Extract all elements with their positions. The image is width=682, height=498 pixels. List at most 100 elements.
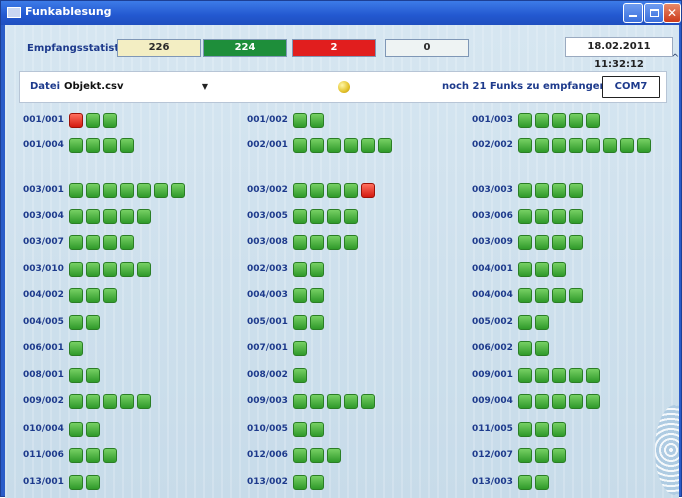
signal-ok-square[interactable]: [344, 138, 358, 153]
signal-ok-square[interactable]: [103, 113, 117, 128]
signal-ok-square[interactable]: [310, 262, 324, 277]
signal-ok-square[interactable]: [120, 262, 134, 277]
signal-ok-square[interactable]: [120, 138, 134, 153]
signal-ok-square[interactable]: [293, 422, 307, 437]
signal-ok-square[interactable]: [69, 394, 83, 409]
signal-ok-square[interactable]: [86, 235, 100, 250]
signal-ok-square[interactable]: [310, 209, 324, 224]
signal-ok-square[interactable]: [518, 422, 532, 437]
signal-ok-square[interactable]: [535, 262, 549, 277]
signal-ok-square[interactable]: [535, 235, 549, 250]
signal-ok-square[interactable]: [69, 475, 83, 490]
signal-ok-square[interactable]: [86, 183, 100, 198]
signal-ok-square[interactable]: [569, 138, 583, 153]
signal-ok-square[interactable]: [603, 138, 617, 153]
signal-ok-square[interactable]: [518, 315, 532, 330]
signal-ok-square[interactable]: [586, 138, 600, 153]
signal-ok-square[interactable]: [361, 138, 375, 153]
signal-ok-square[interactable]: [69, 262, 83, 277]
signal-ok-square[interactable]: [86, 113, 100, 128]
signal-ok-square[interactable]: [137, 183, 151, 198]
signal-ok-square[interactable]: [518, 394, 532, 409]
signal-ok-square[interactable]: [69, 315, 83, 330]
signal-ok-square[interactable]: [586, 368, 600, 383]
signal-ok-square[interactable]: [327, 138, 341, 153]
signal-ok-square[interactable]: [293, 235, 307, 250]
signal-ok-square[interactable]: [569, 235, 583, 250]
signal-ok-square[interactable]: [103, 138, 117, 153]
signal-ok-square[interactable]: [103, 209, 117, 224]
signal-ok-square[interactable]: [552, 368, 566, 383]
signal-ok-square[interactable]: [535, 315, 549, 330]
signal-ok-square[interactable]: [569, 368, 583, 383]
signal-ok-square[interactable]: [535, 475, 549, 490]
signal-ok-square[interactable]: [518, 138, 532, 153]
signal-ok-square[interactable]: [293, 448, 307, 463]
signal-ok-square[interactable]: [518, 448, 532, 463]
signal-ok-square[interactable]: [310, 422, 324, 437]
signal-ok-square[interactable]: [552, 183, 566, 198]
signal-ok-square[interactable]: [69, 138, 83, 153]
signal-ok-square[interactable]: [569, 209, 583, 224]
signal-ok-square[interactable]: [120, 183, 134, 198]
signal-ok-square[interactable]: [69, 288, 83, 303]
signal-ok-square[interactable]: [535, 113, 549, 128]
signal-ok-square[interactable]: [552, 394, 566, 409]
signal-ok-square[interactable]: [69, 235, 83, 250]
chevron-down-icon[interactable]: ▼: [202, 79, 208, 95]
signal-ok-square[interactable]: [120, 394, 134, 409]
signal-ok-square[interactable]: [552, 422, 566, 437]
signal-ok-square[interactable]: [310, 138, 324, 153]
signal-ok-square[interactable]: [535, 394, 549, 409]
signal-error-square[interactable]: [69, 113, 83, 128]
signal-ok-square[interactable]: [569, 183, 583, 198]
title-bar[interactable]: Funkablesung ✕: [1, 1, 681, 25]
signal-ok-square[interactable]: [552, 138, 566, 153]
signal-ok-square[interactable]: [293, 475, 307, 490]
signal-ok-square[interactable]: [552, 448, 566, 463]
signal-ok-square[interactable]: [69, 183, 83, 198]
signal-ok-square[interactable]: [293, 262, 307, 277]
signal-ok-square[interactable]: [293, 341, 307, 356]
signal-ok-square[interactable]: [310, 183, 324, 198]
signal-ok-square[interactable]: [637, 138, 651, 153]
signal-ok-square[interactable]: [86, 209, 100, 224]
signal-ok-square[interactable]: [327, 235, 341, 250]
signal-error-square[interactable]: [361, 183, 375, 198]
signal-ok-square[interactable]: [344, 235, 358, 250]
signal-ok-square[interactable]: [171, 183, 185, 198]
signal-ok-square[interactable]: [103, 262, 117, 277]
signal-ok-square[interactable]: [86, 368, 100, 383]
signal-ok-square[interactable]: [535, 368, 549, 383]
signal-ok-square[interactable]: [361, 394, 375, 409]
signal-ok-square[interactable]: [535, 448, 549, 463]
signal-ok-square[interactable]: [378, 138, 392, 153]
signal-ok-square[interactable]: [518, 475, 532, 490]
signal-ok-square[interactable]: [535, 209, 549, 224]
signal-ok-square[interactable]: [620, 138, 634, 153]
signal-ok-square[interactable]: [293, 368, 307, 383]
signal-ok-square[interactable]: [293, 288, 307, 303]
signal-ok-square[interactable]: [69, 209, 83, 224]
signal-ok-square[interactable]: [69, 368, 83, 383]
signal-ok-square[interactable]: [552, 262, 566, 277]
signal-ok-square[interactable]: [103, 288, 117, 303]
signal-ok-square[interactable]: [86, 288, 100, 303]
signal-ok-square[interactable]: [518, 209, 532, 224]
signal-ok-square[interactable]: [154, 183, 168, 198]
signal-ok-square[interactable]: [518, 113, 532, 128]
signal-ok-square[interactable]: [552, 288, 566, 303]
signal-ok-square[interactable]: [293, 394, 307, 409]
signal-ok-square[interactable]: [86, 394, 100, 409]
minimize-button[interactable]: [623, 3, 643, 23]
signal-ok-square[interactable]: [103, 448, 117, 463]
signal-ok-square[interactable]: [569, 394, 583, 409]
signal-ok-square[interactable]: [103, 235, 117, 250]
signal-ok-square[interactable]: [103, 394, 117, 409]
signal-ok-square[interactable]: [86, 315, 100, 330]
signal-ok-square[interactable]: [69, 448, 83, 463]
signal-ok-square[interactable]: [518, 288, 532, 303]
signal-ok-square[interactable]: [552, 113, 566, 128]
signal-ok-square[interactable]: [569, 288, 583, 303]
signal-ok-square[interactable]: [327, 183, 341, 198]
